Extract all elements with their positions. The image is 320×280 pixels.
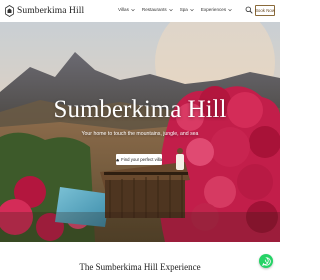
chevron-down-icon — [168, 8, 173, 11]
find-villa-label: Find your perfect villa — [121, 157, 162, 162]
nav-item-label: Restaurants — [141, 7, 167, 12]
nav-item-experiences[interactable]: Experiences — [201, 7, 232, 12]
whatsapp-icon — [261, 256, 271, 266]
logo-mark-icon — [5, 5, 14, 17]
site-logo[interactable]: Sumberkima Hill — [5, 4, 84, 18]
hero-title: Sumberkima Hill — [53, 96, 227, 123]
home-icon — [116, 158, 119, 161]
nav-item-label: Spa — [179, 7, 188, 12]
logo-text: Sumberkima Hill — [17, 6, 85, 16]
chevron-down-icon — [228, 8, 232, 11]
site-header: Sumberkima Hill Villas Restaurants Spa E… — [0, 0, 280, 23]
chevron-down-icon — [190, 8, 194, 11]
find-villa-button[interactable]: Find your perfect villa — [116, 154, 162, 165]
chevron-down-icon — [131, 8, 135, 11]
section-title: The Sumberkima Hill Experience — [79, 262, 201, 272]
book-now-button[interactable]: Book Now — [255, 5, 275, 16]
nav-item-villas[interactable]: Villas — [118, 7, 135, 12]
nav-item-restaurants[interactable]: Restaurants — [142, 7, 173, 12]
hero-subtitle: Your home to touch the mountains, jungle… — [81, 131, 199, 137]
hero-banner: Sumberkima Hill Your home to touch the m… — [0, 22, 280, 242]
search-icon[interactable] — [245, 6, 253, 14]
nav-item-label: Villas — [118, 7, 129, 12]
main-nav: Villas Restaurants Spa Experiences — [118, 7, 232, 12]
whatsapp-button[interactable] — [259, 254, 273, 268]
nav-item-spa[interactable]: Spa — [180, 7, 194, 12]
nav-item-label: Experiences — [200, 7, 227, 12]
